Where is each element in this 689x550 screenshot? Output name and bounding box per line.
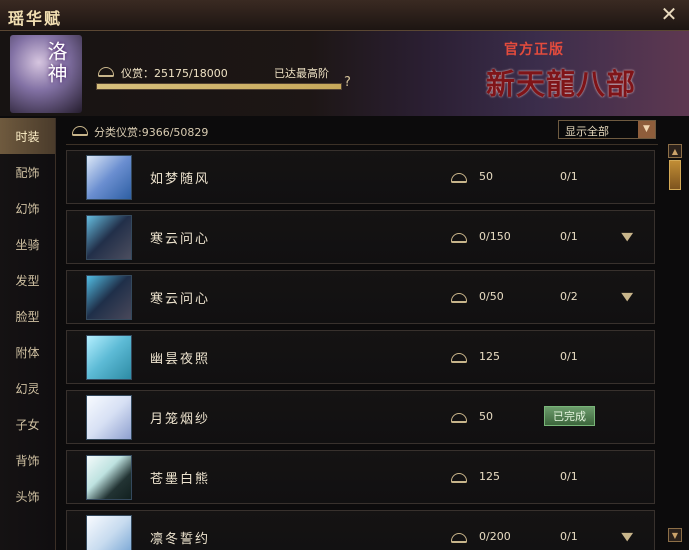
costume-thumbnail[interactable] — [86, 335, 132, 380]
chevron-up-icon[interactable]: ▲ — [668, 144, 682, 158]
list-item[interactable]: 苍墨白熊 125 0/1 — [66, 450, 655, 504]
sidebar-item-phantom[interactable]: 幻灵 — [0, 370, 55, 406]
item-count: 0/1 — [560, 230, 578, 243]
item-name: 月笼烟纱 — [150, 412, 211, 427]
window-title: 瑶华赋 — [8, 9, 63, 28]
chevron-down-icon[interactable]: ▼ — [638, 121, 655, 138]
completed-badge: 已完成 — [544, 406, 595, 426]
item-reward: 0/200 — [479, 530, 511, 543]
sidebar-item-label: 脸型 — [15, 309, 40, 324]
sidebar-item-label: 子女 — [15, 417, 40, 432]
reward-progress-bar — [96, 83, 342, 90]
display-filter-dropdown[interactable]: 显示全部 ▼ — [558, 120, 656, 139]
item-count: 0/1 — [560, 350, 578, 363]
item-name: 寒云问心 — [150, 292, 211, 307]
costume-thumbnail[interactable] — [86, 275, 132, 320]
sidebar-item-face[interactable]: 脸型 — [0, 298, 55, 334]
sidebar-item-mount[interactable]: 坐骑 — [0, 226, 55, 262]
sidebar-item-label: 幻灵 — [15, 381, 40, 396]
item-name: 凛冬誓约 — [150, 532, 211, 547]
fan-icon — [98, 67, 114, 77]
fan-icon — [451, 353, 467, 363]
item-name: 寒云问心 — [150, 232, 211, 247]
sidebar-item-label: 附体 — [15, 345, 40, 360]
item-reward: 50 — [479, 410, 493, 423]
item-reward: 50 — [479, 170, 493, 183]
titlebar: 瑶华赋 ✕ — [0, 0, 689, 31]
fan-icon — [72, 126, 88, 136]
sidebar-item-label: 头饰 — [15, 489, 40, 504]
fan-icon — [451, 173, 467, 183]
costume-list: 如梦随风 50 0/1 寒云问心 0/150 0/1 ▼ 寒云问心 0/50 0… — [66, 150, 656, 550]
list-item[interactable]: 月笼烟纱 50 已完成 — [66, 390, 655, 444]
max-tier-label: 已达最高阶 — [274, 67, 329, 80]
sidebar-item-label: 坐骑 — [15, 237, 40, 252]
item-count: 0/1 — [560, 470, 578, 483]
ad-tag: 官方正版 — [504, 42, 564, 58]
fan-icon — [451, 413, 467, 423]
reward-label: 仪赏：25175/18000 — [121, 67, 228, 80]
chevron-down-icon[interactable]: ▼ — [668, 528, 682, 542]
dropdown-value: 显示全部 — [565, 125, 609, 138]
fan-icon — [451, 293, 467, 303]
scroll-thumb[interactable] — [669, 160, 681, 190]
sidebar-item-accessory[interactable]: 配饰 — [0, 154, 55, 190]
portrait-name: 洛神 — [44, 41, 68, 85]
ad-title: 新天龍八部 — [486, 67, 637, 101]
sidebar-item-label: 幻饰 — [15, 201, 40, 216]
sidebar-item-attachment[interactable]: 附体 — [0, 334, 55, 370]
category-reward-label: 分类仪赏:9366/50829 — [94, 126, 209, 139]
fan-icon — [451, 533, 467, 543]
item-name: 苍墨白熊 — [150, 472, 211, 487]
sidebar-item-label: 背饰 — [15, 453, 40, 468]
list-item[interactable]: 如梦随风 50 0/1 — [66, 150, 655, 204]
list-item[interactable]: 凛冬誓约 0/200 0/1 ▼ — [66, 510, 655, 550]
chevron-down-icon[interactable]: ▼ — [621, 290, 633, 303]
list-item[interactable]: 寒云问心 0/50 0/2 ▼ — [66, 270, 655, 324]
sidebar-item-label: 发型 — [15, 273, 40, 288]
list-item[interactable]: 幽昙夜照 125 0/1 — [66, 330, 655, 384]
sidebar-item-headwear[interactable]: 头饰 — [0, 478, 55, 514]
sidebar-item-illusion-accessory[interactable]: 幻饰 — [0, 190, 55, 226]
sidebar-item-label: 配饰 — [15, 165, 40, 180]
category-sidebar: 时装 配饰 幻饰 坐骑 发型 脸型 附体 幻灵 子女 背饰 头饰 — [0, 118, 56, 550]
item-reward: 125 — [479, 470, 500, 483]
item-reward: 0/150 — [479, 230, 511, 243]
item-name: 幽昙夜照 — [150, 352, 211, 367]
game-logo-ad: 官方正版 新天龍八部 — [458, 31, 689, 116]
fan-icon — [451, 233, 467, 243]
reward-progress-fill — [97, 84, 341, 89]
sidebar-item-label: 时装 — [15, 129, 40, 144]
help-icon[interactable]: ? — [344, 75, 351, 90]
sidebar-item-back-accessory[interactable]: 背饰 — [0, 442, 55, 478]
sidebar-item-hairstyle[interactable]: 发型 — [0, 262, 55, 298]
item-reward: 125 — [479, 350, 500, 363]
costume-thumbnail[interactable] — [86, 455, 132, 500]
fan-icon — [451, 473, 467, 483]
costume-thumbnail[interactable] — [86, 155, 132, 200]
costume-thumbnail[interactable] — [86, 515, 132, 550]
close-icon[interactable]: ✕ — [659, 4, 679, 24]
sidebar-item-fashion[interactable]: 时装 — [0, 118, 55, 154]
chevron-down-icon[interactable]: ▼ — [621, 230, 633, 243]
costume-thumbnail[interactable] — [86, 395, 132, 440]
category-filter-bar: 分类仪赏:9366/50829 显示全部 ▼ — [66, 118, 658, 145]
list-scrollbar[interactable]: ▲ ▼ — [668, 144, 684, 542]
costume-thumbnail[interactable] — [86, 215, 132, 260]
list-item[interactable]: 寒云问心 0/150 0/1 ▼ — [66, 210, 655, 264]
item-name: 如梦随风 — [150, 172, 211, 187]
chevron-down-icon[interactable]: ▼ — [621, 530, 633, 543]
item-count: 0/2 — [560, 290, 578, 303]
achievement-banner: 洛神 仪赏：25175/18000 已达最高阶 ? 官方正版 新天龍八部 — [0, 31, 689, 116]
item-count: 0/1 — [560, 170, 578, 183]
sidebar-item-children[interactable]: 子女 — [0, 406, 55, 442]
item-count: 0/1 — [560, 530, 578, 543]
item-reward: 0/50 — [479, 290, 504, 303]
